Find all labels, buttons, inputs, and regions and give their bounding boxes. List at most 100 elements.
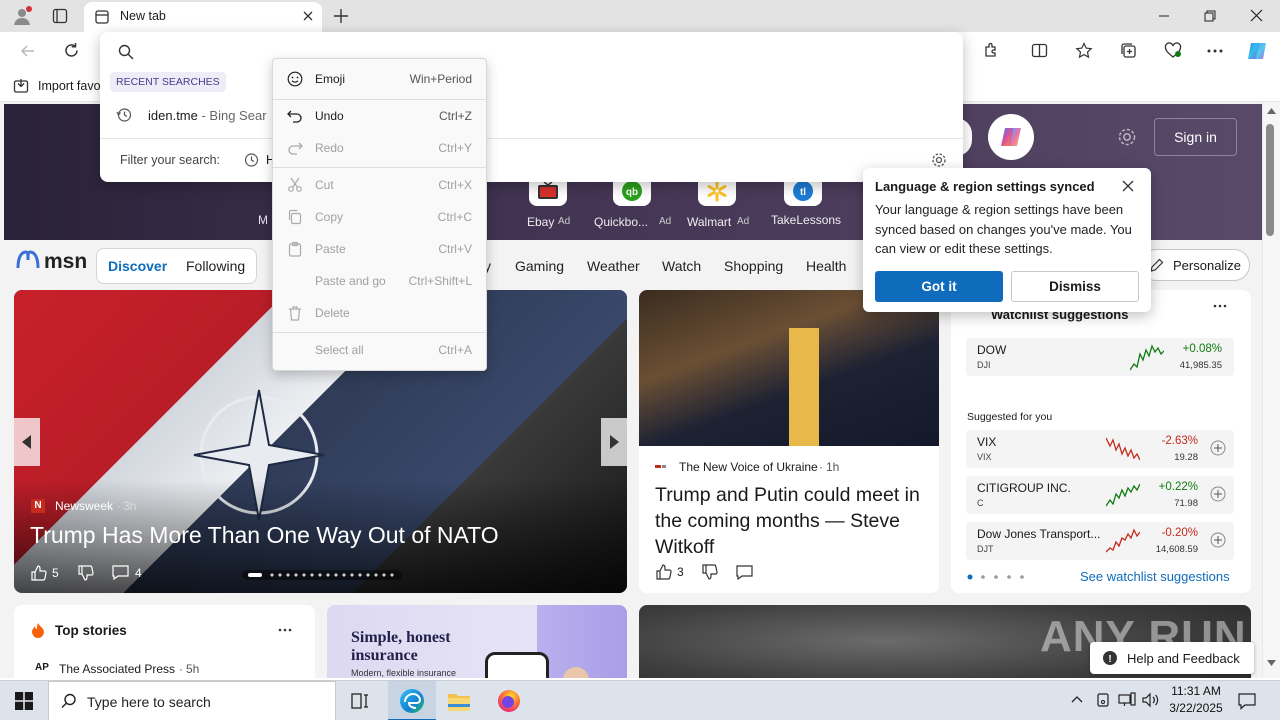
extensions-icon[interactable] [983, 42, 1000, 59]
like-icon[interactable] [30, 564, 47, 581]
minimize-icon[interactable] [1158, 10, 1170, 22]
add-citigroup-icon[interactable] [1210, 486, 1226, 502]
add-djt-icon[interactable] [1210, 532, 1226, 548]
firefox-icon[interactable] [497, 689, 521, 713]
scroll-down-icon[interactable] [1267, 660, 1276, 666]
stock-citigroup[interactable]: CITIGROUP INC. C +0.22% 71.98 [966, 476, 1234, 514]
task-view-icon[interactable] [350, 691, 370, 711]
see-watchlist-link[interactable]: See watchlist suggestions [1080, 569, 1230, 584]
second-headline[interactable]: Trump and Putin could meet in the coming… [655, 482, 931, 560]
favorites-star-icon[interactable] [1075, 42, 1093, 59]
scroll-thumb[interactable] [1266, 124, 1274, 236]
menu-item-select-all[interactable]: Select all Ctrl+A [273, 335, 486, 365]
collections-icon[interactable] [1120, 42, 1137, 59]
split-screen-icon[interactable] [1031, 42, 1048, 59]
copilot-launch-button[interactable] [988, 114, 1034, 160]
copilot-icon[interactable] [1246, 40, 1268, 62]
restore-icon[interactable] [1204, 10, 1216, 22]
tab-actions-icon[interactable] [52, 8, 68, 24]
new-tab-plus-icon[interactable] [333, 8, 349, 24]
nav-shopping[interactable]: Shopping [724, 258, 783, 274]
menu-item-redo[interactable]: Redo Ctrl+Y [273, 133, 486, 163]
hero-headline[interactable]: Trump Has More Than One Way Out of NATO [30, 522, 499, 549]
more-menu-icon[interactable] [1207, 49, 1223, 53]
notification-center-icon[interactable] [1238, 692, 1256, 710]
tray-chevron-up-icon[interactable] [1071, 695, 1083, 703]
stock-dow[interactable]: DOW DJI +0.08% 41,985.35 [966, 338, 1234, 376]
stock-djt[interactable]: Dow Jones Transport... DJT -0.20% 14,608… [966, 522, 1234, 560]
second-story-card[interactable]: The New Voice of Ukraine · 1h Trump and … [639, 290, 939, 593]
second-like-icon[interactable] [655, 563, 672, 580]
flame-icon [31, 622, 45, 638]
menu-separator [273, 99, 486, 100]
taskbar-time[interactable]: 11:31 AM [1169, 684, 1223, 698]
refresh-icon[interactable] [63, 42, 80, 59]
watchlist-pager-dots[interactable] [967, 574, 1027, 580]
suggested-label: Suggested for you [967, 411, 1053, 423]
stock-vix-value: 19.28 [1174, 452, 1198, 463]
sign-in-button[interactable]: Sign in [1154, 118, 1237, 156]
omnibox-settings-gear-icon[interactable] [931, 152, 947, 168]
taskbar-date[interactable]: 3/22/2025 [1166, 701, 1226, 715]
hero-prev-button[interactable] [14, 418, 40, 466]
nav-watch[interactable]: Watch [662, 258, 701, 274]
menu-item-paste[interactable]: Paste Ctrl+V [273, 234, 486, 264]
quick-link-walmart[interactable] [698, 178, 736, 206]
pencil-icon [1149, 258, 1164, 273]
page-settings-gear-icon[interactable] [1116, 126, 1138, 148]
tray-device-icon[interactable] [1095, 692, 1111, 708]
menu-item-copy[interactable]: Copy Ctrl+C [273, 202, 486, 232]
import-favorites-link[interactable]: Import favo [38, 79, 101, 93]
profile-icon[interactable] [12, 6, 32, 26]
volume-icon[interactable] [1142, 692, 1160, 708]
address-input[interactable] [140, 38, 940, 64]
file-explorer-icon[interactable] [447, 690, 471, 712]
scroll-up-icon[interactable] [1267, 108, 1276, 114]
second-comment-icon[interactable] [736, 565, 753, 580]
top-stories-more-icon[interactable] [278, 628, 292, 632]
menu-item-emoji[interactable]: Emoji Win+Period [273, 64, 486, 94]
tab-following[interactable]: Following [186, 258, 245, 274]
got-it-button[interactable]: Got it [875, 271, 1003, 302]
windows-start-icon[interactable] [15, 692, 33, 710]
nav-gaming[interactable]: Gaming [515, 258, 564, 274]
tab-discover[interactable]: Discover [108, 258, 167, 274]
filter-history-icon[interactable] [243, 152, 259, 168]
second-time: 1h [826, 460, 840, 474]
ad-card[interactable]: Simple, honest insurance Modern, flexibl… [327, 605, 627, 678]
menu-item-cut[interactable]: Cut Ctrl+X [273, 170, 486, 200]
quick-link-quickbooks[interactable]: qb [613, 178, 651, 206]
sync-popup-close-icon[interactable] [1122, 180, 1134, 192]
quick-link-ebay[interactable] [529, 178, 567, 206]
comment-icon[interactable] [112, 565, 129, 580]
second-dot: · [819, 460, 823, 474]
network-icon[interactable] [1118, 692, 1136, 708]
recent-search-item[interactable]: iden.tme - Bing Sear [148, 108, 267, 123]
close-window-icon[interactable] [1250, 9, 1263, 22]
back-icon[interactable] [20, 43, 36, 59]
walmart-spark-icon [706, 180, 728, 202]
nav-weather[interactable]: Weather [587, 258, 640, 274]
browser-essentials-icon[interactable] [1164, 42, 1182, 59]
page-scrollbar[interactable] [1262, 102, 1280, 678]
help-feedback-button[interactable]: ! Help and Feedback [1090, 642, 1254, 674]
tab-new-tab[interactable]: New tab [84, 2, 322, 32]
dismiss-button[interactable]: Dismiss [1011, 271, 1139, 302]
personalize-button[interactable]: Personalize [1140, 249, 1250, 281]
menu-item-delete[interactable]: Delete [273, 298, 486, 328]
stock-djt-ticker: DJT [977, 544, 994, 554]
nav-health[interactable]: Health [806, 258, 846, 274]
menu-item-paste-and-go[interactable]: Paste and go Ctrl+Shift+L [273, 266, 486, 296]
second-dislike-icon[interactable] [701, 564, 718, 581]
watchlist-more-icon[interactable] [1213, 304, 1227, 308]
stock-vix[interactable]: VIX VIX -2.63% 19.28 [966, 430, 1234, 468]
close-tab-icon[interactable] [302, 10, 314, 22]
carousel-dots[interactable] [242, 570, 402, 580]
taskbar-edge-button[interactable] [388, 681, 436, 720]
menu-item-undo[interactable]: Undo Ctrl+Z [273, 101, 486, 131]
quick-link-takelessons[interactable]: tl [784, 178, 822, 206]
taskbar-search-box[interactable]: Type here to search [48, 681, 336, 720]
add-vix-icon[interactable] [1210, 440, 1226, 456]
dislike-icon[interactable] [77, 565, 94, 582]
hero-next-button[interactable] [601, 418, 627, 466]
